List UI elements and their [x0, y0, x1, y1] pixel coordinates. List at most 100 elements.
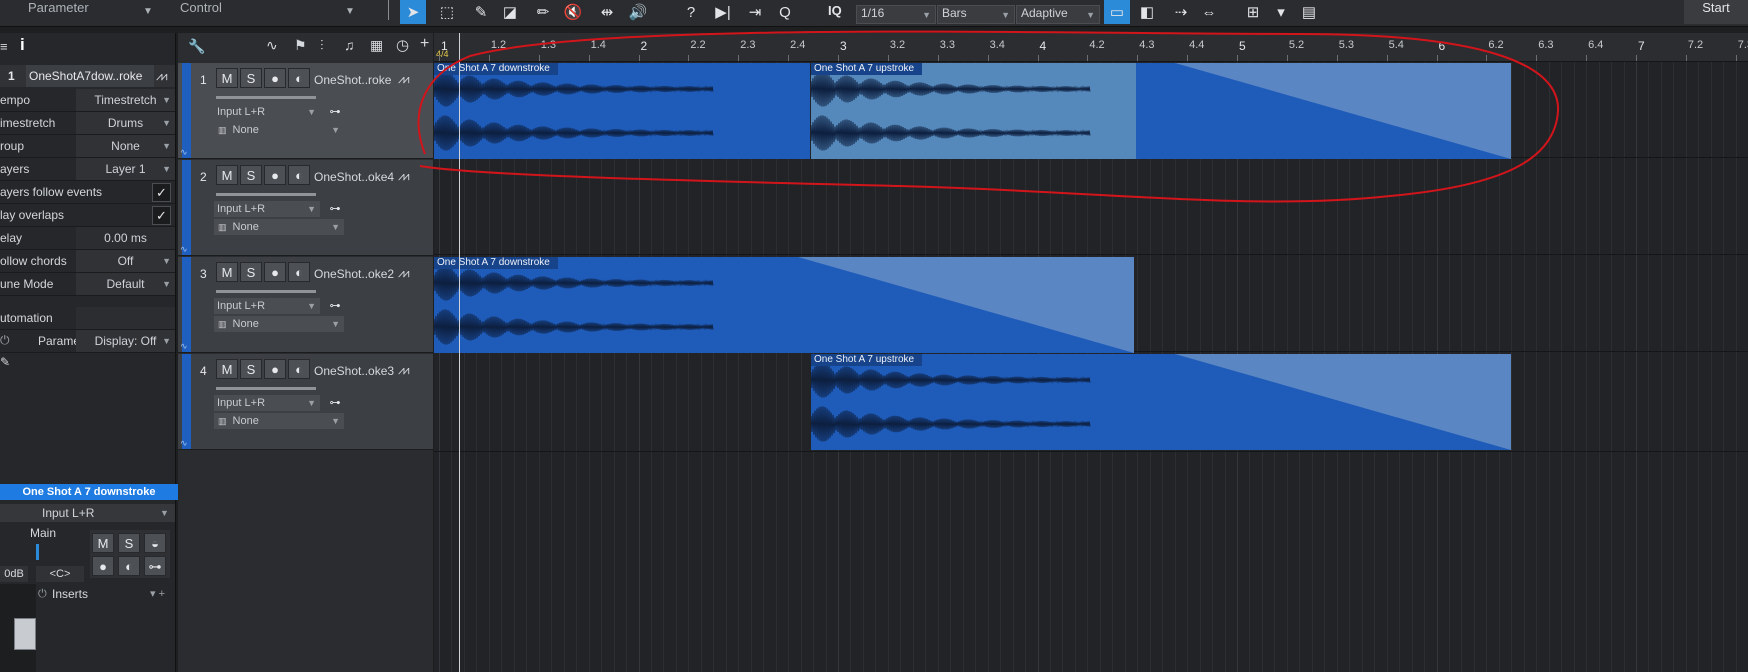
link-icon[interactable]: ⊶: [324, 395, 346, 411]
clip-title[interactable]: One Shot A 7 downstroke: [434, 257, 558, 269]
channel-bus-label[interactable]: Main: [0, 526, 86, 542]
delay-field[interactable]: 0.00 ms: [76, 227, 175, 249]
timestretch-select[interactable]: Drums ▼: [76, 112, 175, 134]
display-select[interactable]: Display: Off ▼: [76, 330, 175, 352]
record-arm-icon[interactable]: ●: [264, 165, 286, 185]
pencil-icon[interactable]: ✎: [0, 355, 10, 369]
layers-follow-checkbox[interactable]: ✓: [152, 183, 171, 202]
expand-icon[interactable]: ∿: [180, 147, 188, 158]
track-name[interactable]: OneShot..oke2: [314, 267, 394, 281]
timebase-select[interactable]: Bars ▼: [937, 5, 1015, 24]
inserts-menu-icon[interactable]: ▾ +: [150, 587, 165, 600]
track-input-select[interactable]: Input L+R ▼: [214, 201, 320, 217]
track-name[interactable]: OneShot..roke: [314, 73, 391, 87]
track-output-select[interactable]: ▥ None ▼: [214, 219, 344, 235]
channel-pan[interactable]: <C>: [36, 566, 84, 582]
track-volume-fader[interactable]: [216, 290, 316, 293]
power-icon[interactable]: ⏻: [0, 333, 10, 348]
snap-forward-icon[interactable]: ▶|: [710, 0, 736, 24]
snap-event-icon[interactable]: ⇥: [742, 0, 768, 24]
channel-mute-button[interactable]: M: [92, 533, 114, 553]
track-volume-fader[interactable]: [216, 96, 316, 99]
start-button[interactable]: Start: [1684, 0, 1748, 24]
help-icon[interactable]: ?: [678, 0, 704, 24]
control-dropdown[interactable]: Control ▼: [180, 0, 355, 22]
track-color-strip[interactable]: [182, 354, 191, 449]
solo-button[interactable]: S: [240, 68, 262, 88]
follow-icon[interactable]: ⇢: [1168, 0, 1194, 24]
inserts-label[interactable]: Inserts: [52, 587, 88, 601]
film-icon[interactable]: ▤: [1296, 0, 1322, 24]
track-color-strip[interactable]: [182, 63, 191, 158]
automation-icon[interactable]: ∿: [266, 37, 278, 54]
wrench-icon[interactable]: 🔧: [188, 38, 205, 55]
iq-label[interactable]: IQ: [828, 3, 842, 18]
channel-link-icon[interactable]: ⊶: [144, 556, 166, 576]
link-icon[interactable]: ⊶: [324, 201, 346, 217]
track-volume-fader[interactable]: [216, 193, 316, 196]
split-tool-icon[interactable]: ✎: [468, 0, 494, 24]
volume-fader-handle[interactable]: [14, 618, 36, 650]
track-input-select[interactable]: Input L+R ▼: [214, 298, 320, 314]
channel-input-monitor-icon[interactable]: ◐: [118, 556, 140, 576]
bend-tool-icon[interactable]: ⇹: [594, 0, 620, 24]
listen-tool-icon[interactable]: 🔊: [625, 0, 651, 24]
track-output-select[interactable]: ▥ None ▼: [214, 122, 344, 138]
clip-title[interactable]: One Shot A 7 upstroke: [811, 354, 923, 366]
quantize-q-icon[interactable]: Q: [772, 0, 798, 24]
flag-icon[interactable]: ⚑: [294, 37, 307, 54]
channel-solo-button[interactable]: S: [118, 533, 140, 553]
track-header[interactable]: 1 M S ● ◐ OneShot..roke ⩘⩘ Input L+R ▼ ⊶ …: [178, 63, 433, 159]
track-output-select[interactable]: ▥ None ▼: [214, 413, 344, 429]
track-name[interactable]: OneShot..oke4: [314, 170, 394, 184]
track-name[interactable]: OneShot..oke3: [314, 364, 394, 378]
tune-mode-select[interactable]: Default ▼: [76, 273, 175, 295]
inspector-track-name[interactable]: OneShotA7dow..roke: [26, 65, 154, 87]
track-color-strip[interactable]: [182, 257, 191, 352]
solo-button[interactable]: S: [240, 165, 262, 185]
monitor-icon[interactable]: ◐: [288, 165, 310, 185]
group-select[interactable]: None ▼: [76, 135, 175, 157]
chevron-down-icon[interactable]: ▾: [1268, 0, 1294, 24]
audio-clip[interactable]: One Shot A 7 downstroke: [434, 257, 1134, 353]
eraser-tool-icon[interactable]: ◪: [497, 0, 523, 24]
inserts-power-icon[interactable]: ⏻: [38, 588, 47, 601]
snap-select[interactable]: Adaptive ▼: [1016, 5, 1100, 24]
channel-level[interactable]: 0dB: [0, 566, 28, 582]
track-header[interactable]: 2 M S ● ◐ OneShot..oke4 ⩘⩘ Input L+R ▼ ⊶ …: [178, 160, 433, 256]
chord-icon[interactable]: ♫: [344, 37, 355, 53]
quantize-select[interactable]: 1/16 ▼: [856, 5, 936, 24]
monitor-icon[interactable]: ◐: [288, 68, 310, 88]
audio-clip[interactable]: One Shot A 7 upstroke: [811, 354, 1511, 450]
expand-icon[interactable]: ∿: [180, 438, 188, 449]
link-icon[interactable]: ⊶: [324, 298, 346, 314]
solo-button[interactable]: S: [240, 359, 262, 379]
ripple-icon[interactable]: ◧: [1134, 0, 1160, 24]
track-header[interactable]: 4 M S ● ◐ OneShot..oke3 ⩘⩘ Input L+R ▼ ⊶ …: [178, 354, 433, 450]
list-icon[interactable]: ≡: [0, 39, 8, 54]
layers-select[interactable]: Layer 1 ▼: [76, 158, 175, 180]
track-color-strip[interactable]: [182, 160, 191, 255]
arrow-tool-icon[interactable]: ➤: [400, 0, 426, 24]
grid-options-icon[interactable]: ⊞: [1240, 0, 1266, 24]
link-icon[interactable]: ⊶: [324, 104, 346, 120]
track-header[interactable]: 3 M S ● ◐ OneShot..oke2 ⩘⩘ Input L+R ▼ ⊶ …: [178, 257, 433, 353]
expand-icon[interactable]: ∿: [180, 341, 188, 352]
parameter-dropdown[interactable]: Parameter ▼: [28, 0, 153, 22]
mute-button[interactable]: M: [216, 359, 238, 379]
mixer-icon[interactable]: ⫶: [320, 37, 324, 54]
play-overlaps-checkbox[interactable]: ✓: [152, 206, 171, 225]
info-icon[interactable]: i: [20, 35, 25, 55]
mute-tool-icon[interactable]: 🔇: [560, 0, 586, 24]
channel-input-select[interactable]: Input L+R ▼: [0, 504, 175, 522]
track-input-select[interactable]: Input L+R ▼: [214, 104, 320, 120]
monitor-icon[interactable]: ◐: [288, 262, 310, 282]
range-tool-icon[interactable]: ⬚: [434, 0, 460, 24]
score-icon[interactable]: ▦: [370, 37, 383, 54]
track-volume-fader[interactable]: [216, 387, 316, 390]
track-input-select[interactable]: Input L+R ▼: [214, 395, 320, 411]
mute-button[interactable]: M: [216, 68, 238, 88]
record-arm-icon[interactable]: ●: [264, 359, 286, 379]
mute-button[interactable]: M: [216, 165, 238, 185]
monitor-icon[interactable]: ◐: [288, 359, 310, 379]
